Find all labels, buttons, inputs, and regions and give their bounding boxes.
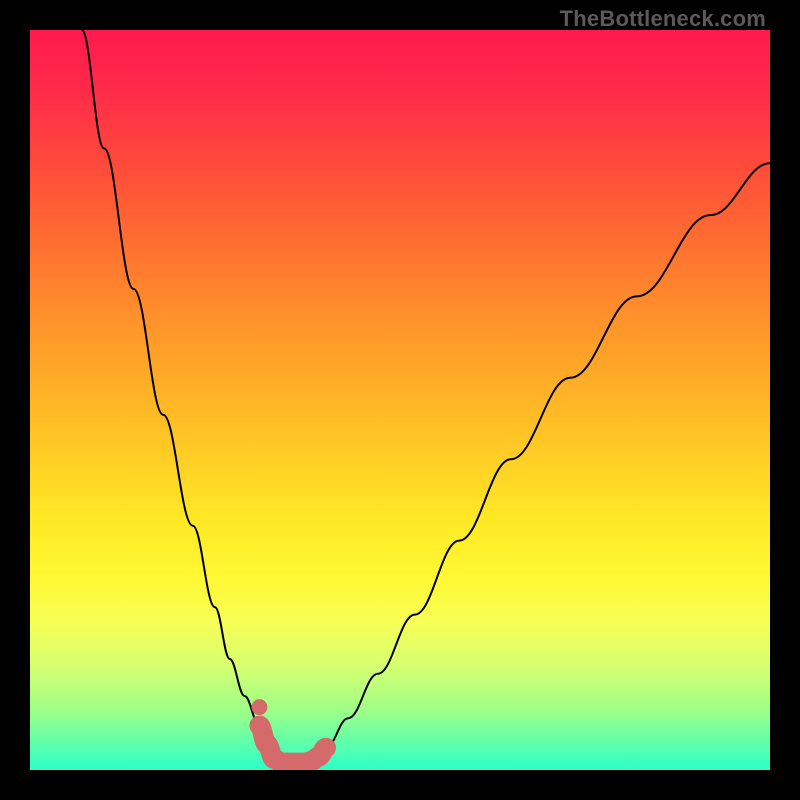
bottleneck-curve-right bbox=[311, 163, 770, 762]
bottleneck-curve-left bbox=[82, 30, 289, 763]
chart-svg bbox=[30, 30, 770, 770]
optimal-range-markers bbox=[259, 726, 326, 763]
chart-container: TheBottleneck.com bbox=[0, 0, 800, 800]
optimal-point-dot bbox=[251, 699, 267, 715]
plot-area bbox=[30, 30, 770, 770]
source-watermark: TheBottleneck.com bbox=[560, 6, 766, 32]
